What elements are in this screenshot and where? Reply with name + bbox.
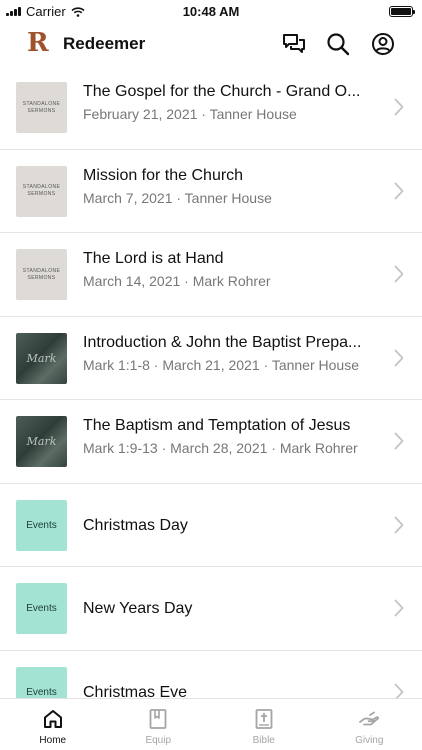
standalone-sermons-thumbnail: STANDALONE SERMONS bbox=[16, 249, 67, 300]
list-item[interactable]: Events New Years Day bbox=[0, 567, 422, 651]
standalone-sermons-thumbnail: STANDALONE SERMONS bbox=[16, 165, 67, 217]
item-subtitle: Mark 1:1-8 · March 21, 2021 · Tanner Hou… bbox=[83, 356, 359, 373]
thumbnail-text: STANDALONE SERMONS bbox=[22, 100, 61, 114]
list-item[interactable]: STANDALONE SERMONS The Gospel for the Chu… bbox=[0, 66, 422, 150]
mark-series-thumbnail: Mark bbox=[16, 416, 67, 467]
list-item[interactable]: Mark The Baptism and Temptation of Jesus M… bbox=[0, 400, 422, 484]
item-title: The Baptism and Temptation of Jesus bbox=[83, 417, 351, 434]
search-button[interactable] bbox=[325, 31, 351, 57]
list-item[interactable]: STANDALONE SERMONS Mission for the Church… bbox=[0, 150, 422, 233]
events-thumbnail: Events bbox=[16, 499, 67, 551]
item-subtitle: Mark 1:9-13 · March 28, 2021 · Mark Rohr… bbox=[83, 440, 358, 456]
app-header: R Redeemer bbox=[0, 22, 422, 66]
list-item[interactable]: Mark Introduction & John the Baptist Prep… bbox=[0, 317, 422, 400]
item-title: The Gospel for the Church - Grand O... bbox=[83, 83, 361, 100]
search-icon bbox=[327, 33, 350, 56]
status-bar: Carrier 10:48 AM bbox=[0, 0, 422, 22]
thumbnail-text: Events bbox=[26, 686, 57, 698]
chevron-right-icon bbox=[394, 683, 404, 698]
clock: 10:48 AM bbox=[182, 4, 240, 19]
events-thumbnail: Events bbox=[16, 666, 67, 698]
home-icon bbox=[43, 710, 62, 728]
item-subtitle: March 7, 2021 · Tanner House bbox=[83, 189, 272, 206]
list-item[interactable]: Events Christmas Eve bbox=[0, 651, 422, 699]
tab-label: Giving bbox=[355, 735, 384, 746]
chevron-right-icon bbox=[394, 349, 404, 366]
battery-icon bbox=[389, 6, 415, 17]
mark-series-thumbnail: Mark bbox=[16, 332, 67, 384]
chevron-right-icon bbox=[394, 182, 404, 199]
thumbnail-text: Mark bbox=[26, 435, 57, 448]
thumbnail-text: STANDALONE SERMONS bbox=[22, 184, 61, 197]
tab-label: Home bbox=[39, 735, 67, 746]
content-list[interactable]: STANDALONE SERMONS The Gospel for the Chu… bbox=[0, 66, 422, 698]
item-title: The Lord is at Hand bbox=[83, 250, 224, 267]
thumbnail-text: Mark bbox=[26, 351, 57, 365]
profile-button[interactable] bbox=[370, 31, 396, 57]
bookmark-book-icon bbox=[149, 709, 167, 729]
item-subtitle: March 14, 2021 · Mark Rohrer bbox=[83, 273, 271, 289]
item-title: Introduction & John the Baptist Prepa... bbox=[83, 333, 362, 351]
tab-equip[interactable]: Equip bbox=[106, 699, 212, 750]
item-title: Christmas Eve bbox=[83, 683, 188, 699]
chevron-right-icon bbox=[394, 98, 404, 116]
standalone-sermons-thumbnail: STANDALONE SERMONS bbox=[16, 82, 67, 133]
tab-label: Bible bbox=[252, 735, 275, 746]
chevron-right-icon bbox=[394, 265, 404, 283]
list-item[interactable]: Events Christmas Day bbox=[0, 484, 422, 567]
chat-button[interactable] bbox=[281, 31, 307, 57]
item-title: Christmas Day bbox=[83, 516, 188, 534]
chevron-right-icon bbox=[394, 432, 404, 450]
tab-home[interactable]: Home bbox=[0, 699, 106, 750]
thumbnail-text: Events bbox=[26, 603, 57, 614]
item-title: Mission for the Church bbox=[83, 166, 244, 184]
account-icon bbox=[372, 33, 394, 55]
item-subtitle: February 21, 2021 · Tanner House bbox=[83, 106, 297, 122]
app-logo: R bbox=[27, 28, 49, 58]
giving-hand-icon bbox=[359, 711, 380, 726]
chevron-right-icon bbox=[394, 516, 404, 533]
tab-giving[interactable]: Giving bbox=[317, 699, 422, 750]
bible-icon bbox=[255, 709, 273, 729]
chevron-right-icon bbox=[394, 599, 404, 617]
app-title: Redeemer bbox=[63, 34, 146, 53]
thumbnail-text: STANDALONE SERMONS bbox=[22, 267, 61, 281]
events-thumbnail: Events bbox=[16, 583, 67, 634]
item-title: New Years Day bbox=[83, 600, 193, 617]
tab-bar: Home Equip Bible Giving bbox=[0, 698, 422, 750]
thumbnail-text: Events bbox=[26, 519, 57, 531]
tab-bible[interactable]: Bible bbox=[211, 699, 317, 750]
tab-label: Equip bbox=[145, 735, 172, 746]
chat-icon bbox=[283, 34, 305, 53]
list-item[interactable]: STANDALONE SERMONS The Lord is at Hand Mar… bbox=[0, 233, 422, 317]
